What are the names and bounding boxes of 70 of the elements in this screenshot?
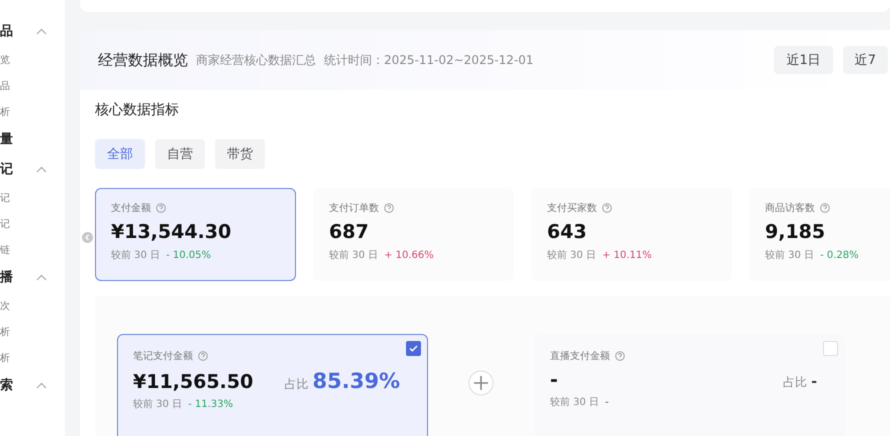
sidebar-group-title[interactable]: 品 <box>0 22 13 40</box>
metric-value: ¥11,565.50 <box>133 371 254 393</box>
compare-label: 较前 30 日 <box>111 248 160 262</box>
compare-label: 较前 30 日 <box>765 248 814 262</box>
sidebar-item[interactable]: 览 <box>0 48 65 74</box>
help-icon <box>384 203 394 213</box>
period-text: 统计时间：2025-11-02~2025-12-01 <box>324 52 534 68</box>
metric-card[interactable]: 支付买家数 643 较前 30 日 + 10.11% <box>531 188 732 281</box>
metric-value: ¥13,544.30 <box>111 221 232 243</box>
change-value: - 10.05% <box>166 250 212 260</box>
metric-value: 643 <box>547 221 588 243</box>
sidebar-item[interactable]: 次 <box>0 294 65 320</box>
sidebar-group-title[interactable]: 记 <box>0 160 13 178</box>
metric-label: 笔记支付金额 <box>133 350 193 363</box>
filter-tab[interactable]: 全部 <box>95 139 145 169</box>
section-title: 经营数据概览 <box>98 50 188 70</box>
chevron-icon[interactable] <box>36 274 47 280</box>
sidebar-item[interactable]: 记 <box>0 212 65 238</box>
share-value: 85.39% <box>312 369 400 393</box>
range-button[interactable]: 近7 <box>842 46 888 74</box>
help-icon <box>602 203 612 213</box>
section-subtitle: 商家经营核心数据汇总 <box>196 52 316 68</box>
change-value: + 10.66% <box>384 250 434 260</box>
sidebar-group-title[interactable]: 索 <box>0 376 13 394</box>
chevron-icon[interactable] <box>36 382 47 388</box>
metric-card[interactable]: 支付金额 ¥13,544.30 较前 30 日 - 10.05% <box>95 188 296 281</box>
filter-tab[interactable]: 带货 <box>215 139 265 169</box>
subsection-title: 核心数据指标 <box>95 101 180 119</box>
metric-card[interactable]: 商品访客数 9,185 较前 30 日 - 0.28% <box>749 188 890 281</box>
metric-value: 9,185 <box>765 221 826 243</box>
change-value: - <box>605 396 609 408</box>
metric-label: 商品访客数 <box>765 202 815 215</box>
compare-label: 较前 30 日 <box>547 248 596 262</box>
chevron-icon[interactable] <box>36 28 47 34</box>
compare-label: 较前 30 日 <box>329 248 378 262</box>
help-icon <box>615 351 625 361</box>
filter-tab[interactable]: 自营 <box>155 139 205 169</box>
sidebar-item[interactable]: 链 <box>0 238 65 264</box>
sidebar-item[interactable]: 析 <box>0 100 65 126</box>
checkbox[interactable] <box>406 341 421 356</box>
metric-label: 支付金额 <box>111 202 151 215</box>
change-value: + 10.11% <box>602 250 652 260</box>
compare-label: 较前 30 日 <box>133 398 182 411</box>
chevron-icon[interactable] <box>36 166 47 172</box>
previous-icon[interactable] <box>82 232 93 243</box>
help-icon <box>156 203 166 213</box>
sidebar-item[interactable]: 记 <box>0 186 65 212</box>
plus-icon[interactable] <box>468 370 494 396</box>
breakdown-card[interactable]: 笔记支付金额 ¥11,565.50 占比 85.39% 较前 30 日 - 11.33% <box>117 334 428 436</box>
compare-label: 较前 30 日 <box>550 396 600 409</box>
change-value: - 11.33% <box>188 398 234 410</box>
metric-label: 支付买家数 <box>547 202 597 215</box>
share-value: - <box>811 374 817 390</box>
sidebar-group-title[interactable]: 量 <box>0 130 13 148</box>
sidebar-item[interactable]: 品 <box>0 74 65 100</box>
sidebar-group-title[interactable]: 播 <box>0 268 13 286</box>
metric-card[interactable]: 支付订单数 687 较前 30 日 + 10.66% <box>313 188 514 281</box>
share-label: 占比 <box>783 374 808 391</box>
check-icon <box>409 345 418 352</box>
metric-label: 支付订单数 <box>329 202 379 215</box>
metric-value: 687 <box>329 221 370 243</box>
help-icon <box>198 351 208 361</box>
help-icon <box>820 203 830 213</box>
range-button[interactable]: 近1日 <box>774 46 833 74</box>
metric-value: - <box>550 369 558 391</box>
metric-label: 直播支付金额 <box>550 350 610 363</box>
change-value: - 0.28% <box>820 250 859 260</box>
sidebar-item[interactable]: 析 <box>0 346 65 372</box>
share-label: 占比 <box>284 376 309 393</box>
sidebar-item[interactable]: 析 <box>0 320 65 346</box>
